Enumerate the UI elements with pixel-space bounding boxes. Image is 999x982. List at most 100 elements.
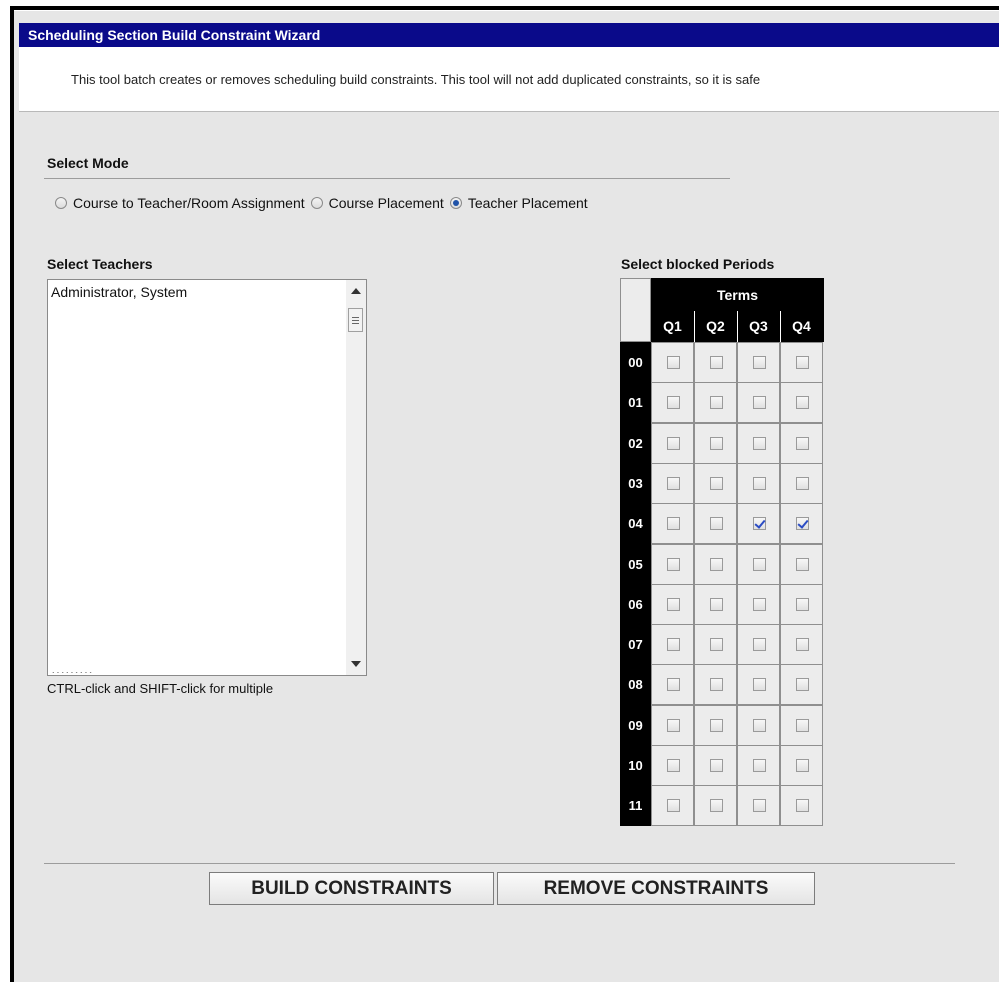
description-text: This tool batch creates or removes sched… [71,72,761,87]
scroll-down-arrow-icon[interactable] [351,661,361,667]
remove-constraints-button[interactable]: REMOVE CONSTRAINTS [497,872,815,905]
period-11-q2-checkbox[interactable] [710,799,723,813]
period-cell [737,462,780,504]
select-periods-label: Select blocked Periods [621,256,775,272]
term-header-q4: Q4 [792,318,811,334]
period-cell [651,462,694,504]
period-cell [694,785,737,827]
period-05-q3-checkbox[interactable] [753,557,766,571]
period-cell [651,583,694,625]
period-01-q4-checkbox[interactable] [796,396,809,410]
period-cell [737,664,780,706]
period-cell [694,745,737,786]
period-label-07: 07 [628,637,643,653]
period-04-q4-checkbox[interactable] [796,517,809,531]
listbox-scrollbar[interactable] [346,280,366,675]
period-05-q1-checkbox[interactable] [667,557,680,571]
mode-option-course-placement[interactable]: Course Placement [310,195,444,211]
period-cell [737,503,780,545]
period-07-q2-checkbox[interactable] [710,638,723,652]
radio-course-teacher-room[interactable] [55,197,67,209]
period-02-q3-checkbox[interactable] [753,436,766,450]
period-04-q3-checkbox[interactable] [753,517,766,531]
period-cell [651,503,694,545]
period-cell [694,624,737,666]
description-panel: This tool batch creates or removes sched… [19,47,999,112]
period-label-03: 03 [628,475,643,491]
period-00-q4-checkbox[interactable] [796,356,809,369]
radio-teacher-placement[interactable] [449,197,462,209]
period-label-08: 08 [628,677,643,693]
period-09-q1-checkbox[interactable] [667,718,680,732]
period-cell [651,785,694,827]
period-06-q3-checkbox[interactable] [753,597,766,611]
teachers-listbox[interactable]: Administrator, System ········· [47,279,367,676]
period-03-q1-checkbox[interactable] [667,476,680,490]
select-mode-label: Select Mode [47,155,129,171]
mode-option-teacher-placement[interactable]: Teacher Placement [449,195,588,211]
period-11-q4-checkbox[interactable] [796,799,809,813]
period-00-q3-checkbox[interactable] [753,356,766,369]
period-06-q4-checkbox[interactable] [796,597,809,611]
period-05-q2-checkbox[interactable] [710,557,723,571]
period-02-q4-checkbox[interactable] [796,436,809,450]
build-constraints-button[interactable]: BUILD CONSTRAINTS [209,872,494,905]
period-04-q1-checkbox[interactable] [667,517,680,531]
period-cell [651,745,694,786]
period-07-q4-checkbox[interactable] [796,638,809,652]
period-06-q2-checkbox[interactable] [710,597,723,611]
period-cell [780,503,823,545]
period-04-q2-checkbox[interactable] [710,517,723,531]
radio-label: Course Placement [328,195,444,211]
period-10-q1-checkbox[interactable] [667,759,680,772]
period-cell [694,543,737,585]
period-cell [694,462,737,504]
term-header-q3: Q3 [749,318,768,334]
period-00-q2-checkbox[interactable] [710,356,723,369]
period-02-q1-checkbox[interactable] [667,436,680,450]
period-03-q4-checkbox[interactable] [796,476,809,490]
bottom-divider [44,863,955,864]
period-10-q4-checkbox[interactable] [796,759,809,772]
period-11-q1-checkbox[interactable] [667,799,680,813]
period-08-q4-checkbox[interactable] [796,678,809,692]
period-cell [694,382,737,424]
period-10-q3-checkbox[interactable] [753,759,766,772]
period-09-q3-checkbox[interactable] [753,718,766,732]
list-item[interactable]: Administrator, System [51,284,187,300]
period-07-q1-checkbox[interactable] [667,638,680,652]
period-label-04: 04 [628,516,643,532]
period-08-q3-checkbox[interactable] [753,678,766,692]
period-cell [780,342,823,383]
radio-course-placement[interactable] [310,197,323,209]
period-07-q3-checkbox[interactable] [753,638,766,652]
period-label-01: 01 [628,395,643,411]
period-cell [651,382,694,424]
period-06-q1-checkbox[interactable] [667,597,680,611]
wizard-title: Scheduling Section Build Constraint Wiza… [19,23,999,47]
period-01-q2-checkbox[interactable] [710,396,723,410]
grid-corner [620,278,651,342]
period-08-q1-checkbox[interactable] [667,678,680,692]
window-top-border [0,0,999,11]
mode-option-course-teacher-room[interactable]: Course to Teacher/Room Assignment [55,195,305,211]
period-03-q2-checkbox[interactable] [710,476,723,490]
period-cell [694,342,737,383]
period-cell [780,422,823,464]
period-cell [737,382,780,424]
scroll-thumb[interactable] [348,308,363,332]
scroll-up-arrow-icon[interactable] [351,288,361,294]
period-00-q1-checkbox[interactable] [667,356,680,369]
period-cell [780,462,823,504]
period-02-q2-checkbox[interactable] [710,436,723,450]
period-01-q3-checkbox[interactable] [753,396,766,410]
term-header-q1: Q1 [663,318,682,334]
period-10-q2-checkbox[interactable] [710,759,723,772]
period-11-q3-checkbox[interactable] [753,799,766,813]
period-05-q4-checkbox[interactable] [796,557,809,571]
period-03-q3-checkbox[interactable] [753,476,766,490]
period-01-q1-checkbox[interactable] [667,396,680,410]
period-09-q2-checkbox[interactable] [710,718,723,732]
period-09-q4-checkbox[interactable] [796,718,809,732]
period-08-q2-checkbox[interactable] [710,678,723,692]
